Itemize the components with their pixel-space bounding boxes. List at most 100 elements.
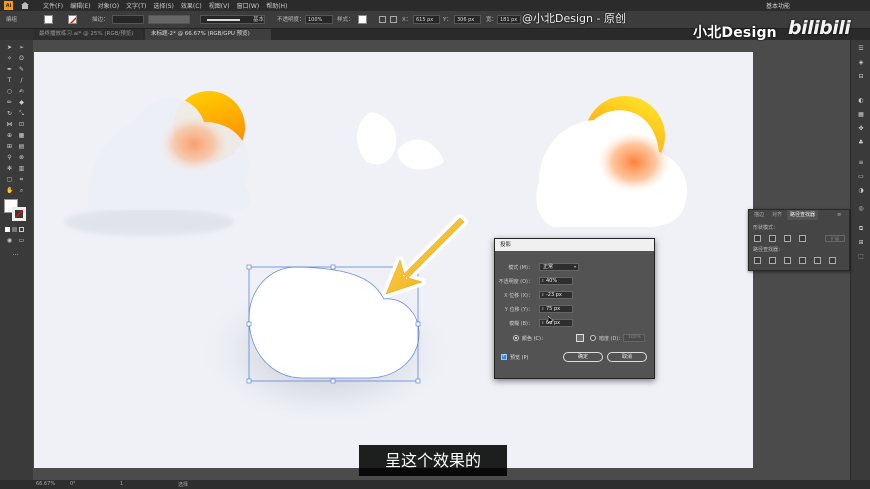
- panel-menu-icon[interactable]: ≡: [837, 212, 841, 218]
- preview-checkbox[interactable]: [501, 353, 507, 360]
- layers-panel-icon[interactable]: ◈: [857, 60, 865, 66]
- artboard-number[interactable]: 1: [120, 481, 123, 487]
- menu-help[interactable]: 帮助(H): [266, 1, 287, 10]
- opacity-field[interactable]: 100%: [305, 15, 333, 24]
- cloud-subtract-shapes[interactable]: [356, 112, 444, 170]
- fill-swatch[interactable]: [44, 15, 53, 24]
- magic-wand-tool-icon[interactable]: ✧: [6, 56, 13, 62]
- stroke-color-icon[interactable]: [12, 207, 26, 221]
- selection-tool-icon[interactable]: ➤: [6, 45, 13, 51]
- column-graph-tool-icon[interactable]: ▥: [18, 166, 25, 172]
- stepper-icon[interactable]: ⇕: [541, 320, 544, 326]
- width-field[interactable]: 181 px: [497, 15, 521, 24]
- libraries-panel-icon[interactable]: ⊟: [857, 74, 865, 80]
- y-field[interactable]: 306 px: [454, 15, 481, 24]
- divide-icon[interactable]: [754, 257, 761, 264]
- menu-view[interactable]: 视图(V): [209, 1, 230, 10]
- tab-document-2[interactable]: 未标题-2* @ 66.67% (RGB/GPU 预览): [145, 29, 271, 40]
- zoom-level[interactable]: 66.67%: [36, 481, 55, 487]
- transparency-panel-icon[interactable]: ◑: [857, 188, 865, 194]
- curvature-tool-icon[interactable]: ✎: [18, 67, 25, 73]
- pathfinder-dock-icon[interactable]: ⧉: [857, 226, 865, 232]
- color-mode-icon[interactable]: [5, 227, 10, 232]
- perspective-grid-tool-icon[interactable]: ▦: [18, 133, 25, 139]
- gradient-tool-icon[interactable]: ▤: [18, 144, 25, 150]
- paintbrush-tool-icon[interactable]: ✍: [18, 89, 25, 95]
- menu-object[interactable]: 对象(O): [98, 1, 119, 10]
- brushes-panel-icon[interactable]: ✤: [857, 126, 865, 132]
- outline-icon[interactable]: [814, 257, 821, 264]
- shape-builder-tool-icon[interactable]: ⊕: [6, 133, 13, 139]
- gradient-panel-icon[interactable]: ▭: [857, 174, 865, 180]
- opacity-input[interactable]: ⇕ 40%: [539, 277, 573, 285]
- merge-icon[interactable]: [784, 257, 791, 264]
- mesh-tool-icon[interactable]: ⊞: [6, 144, 13, 150]
- tab-document-1[interactable]: 最终播放练习.ai* @ 25% (RGB/预览): [33, 29, 143, 40]
- stroke-panel-icon[interactable]: ≡: [857, 160, 865, 166]
- crop-icon[interactable]: [799, 257, 806, 264]
- stroke-swatch[interactable]: [68, 15, 77, 24]
- scale-tool-icon[interactable]: ⤡: [18, 111, 25, 117]
- shadow-color-swatch[interactable]: [576, 334, 584, 342]
- x-field[interactable]: 615 px: [413, 15, 440, 24]
- screen-mode-icon[interactable]: ▭: [18, 238, 25, 244]
- blur-input[interactable]: ⇕ 60 px: [539, 319, 573, 327]
- line-tool-icon[interactable]: /: [18, 78, 25, 84]
- color-panel-icon[interactable]: ◐: [857, 98, 865, 104]
- y-offset-input[interactable]: ⇕ 75 px: [539, 305, 573, 313]
- eyedropper-tool-icon[interactable]: ⚲: [6, 155, 13, 161]
- minus-back-icon[interactable]: [829, 257, 836, 264]
- zoom-tool-icon[interactable]: ⌕: [18, 188, 25, 194]
- intersect-icon[interactable]: [784, 235, 791, 242]
- color-radio[interactable]: [513, 335, 519, 341]
- free-transform-tool-icon[interactable]: ⊡: [18, 122, 25, 128]
- lasso-tool-icon[interactable]: ʘ: [18, 56, 25, 62]
- tab-pathfinder[interactable]: 路径查找器: [787, 210, 819, 220]
- tab-align[interactable]: 对齐: [769, 210, 785, 220]
- transform-panel-icon[interactable]: ⬚: [857, 254, 865, 260]
- slice-tool-icon[interactable]: ⌗: [18, 177, 25, 183]
- gradient-mode-icon[interactable]: [12, 227, 17, 232]
- menu-effect[interactable]: 效果(C): [181, 1, 202, 10]
- pencil-tool-icon[interactable]: ✏: [6, 100, 13, 106]
- unite-icon[interactable]: [754, 235, 761, 242]
- menu-file[interactable]: 文件(F): [43, 1, 63, 10]
- edit-toolbar-icon[interactable]: …: [12, 251, 19, 257]
- mode-select[interactable]: 正常 ▾: [539, 263, 579, 271]
- selected-cloud-group[interactable]: [196, 264, 456, 427]
- stepper-icon[interactable]: ⇕: [541, 292, 544, 298]
- ok-button[interactable]: 确定: [563, 352, 603, 362]
- weather-icon-white[interactable]: [536, 96, 688, 227]
- cancel-button[interactable]: 取消: [607, 352, 647, 362]
- stroke-weight-field[interactable]: [112, 15, 144, 24]
- menu-edit[interactable]: 编辑(E): [70, 1, 90, 10]
- weather-icon-frosted[interactable]: [64, 91, 251, 236]
- stepper-icon[interactable]: ⇕: [541, 306, 544, 312]
- none-mode-icon[interactable]: [19, 227, 24, 232]
- appearance-panel-icon[interactable]: ◎: [857, 206, 865, 212]
- symbol-sprayer-tool-icon[interactable]: ✻: [6, 166, 13, 172]
- exclude-icon[interactable]: [799, 235, 806, 242]
- reference-point-icon[interactable]: [390, 16, 397, 23]
- x-offset-input[interactable]: ⇕ -23 px: [539, 291, 573, 299]
- menu-window[interactable]: 窗口(W): [237, 1, 260, 10]
- type-tool-icon[interactable]: T: [6, 78, 13, 84]
- menu-select[interactable]: 选择(S): [153, 1, 174, 10]
- rotation-value[interactable]: 0°: [70, 481, 76, 487]
- variable-width-field[interactable]: [148, 15, 190, 24]
- pen-tool-icon[interactable]: ✒: [6, 67, 13, 73]
- expand-button[interactable]: 扩展: [825, 235, 845, 242]
- trim-icon[interactable]: [769, 257, 776, 264]
- width-tool-icon[interactable]: ⋈: [6, 122, 13, 128]
- align-icon[interactable]: [379, 16, 386, 23]
- home-icon[interactable]: [21, 2, 29, 9]
- darkness-input[interactable]: 100%: [623, 334, 645, 342]
- darkness-radio[interactable]: [590, 335, 596, 341]
- blend-tool-icon[interactable]: ⊗: [18, 155, 25, 161]
- direct-selection-tool-icon[interactable]: ➢: [18, 45, 25, 51]
- eraser-tool-icon[interactable]: ◆: [18, 100, 25, 106]
- workspace-switcher[interactable]: 基本功能: [766, 1, 790, 10]
- stepper-icon[interactable]: ⇕: [541, 278, 544, 284]
- minus-front-icon[interactable]: [769, 235, 776, 242]
- graphic-style-swatch[interactable]: [358, 15, 367, 24]
